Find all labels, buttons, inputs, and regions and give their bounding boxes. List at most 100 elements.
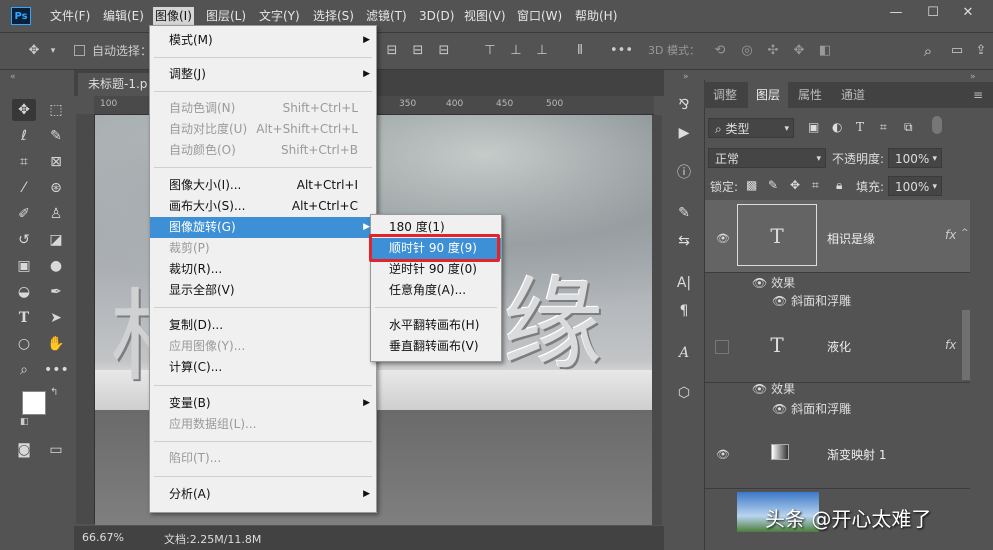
brush-settings-icon[interactable]: ✎ bbox=[673, 202, 695, 224]
dodge-tool-icon[interactable]: ◒ bbox=[12, 281, 36, 303]
visibility-eye-icon[interactable]: 👁︎ bbox=[715, 232, 731, 245]
lock-position-icon[interactable]: ✥ bbox=[790, 178, 800, 192]
filter-type-icon[interactable]: T bbox=[856, 120, 864, 134]
paragraph-panel-icon[interactable]: ¶ bbox=[673, 300, 695, 322]
menu-layer[interactable]: 图层(L) bbox=[204, 7, 248, 25]
align-left-icon[interactable]: ⊟ bbox=[384, 42, 400, 60]
layer-row[interactable]: 👁︎ 渐变映射 1 bbox=[705, 420, 970, 489]
history-brush-icon[interactable]: ↺ bbox=[12, 229, 36, 251]
crop-tool-icon[interactable]: ⌗ bbox=[12, 151, 36, 173]
3d-panel-icon[interactable]: ⬡ bbox=[673, 382, 695, 404]
workspace-icon[interactable]: ▭ bbox=[947, 42, 967, 60]
menu-edit[interactable]: 编辑(E) bbox=[101, 7, 146, 25]
filter-shape-icon[interactable]: ⌗ bbox=[880, 120, 887, 135]
history-panel-icon[interactable]: ⅋ bbox=[673, 94, 695, 116]
layer-row[interactable]: 👁︎ T 相识是缘 fx ^ bbox=[705, 200, 970, 273]
menu-item-canvas-size[interactable]: 画布大小(S)... Alt+Ctrl+C bbox=[150, 196, 376, 217]
swap-colors-icon[interactable]: ↰ bbox=[50, 387, 58, 398]
visibility-eye-icon[interactable]: 👁︎ bbox=[772, 294, 787, 308]
eraser-tool-icon[interactable]: ◪ bbox=[44, 229, 68, 251]
lasso-tool-icon[interactable]: ℓ bbox=[12, 125, 36, 147]
submenu-item-arbitrary[interactable]: 任意角度(A)... bbox=[371, 280, 501, 301]
character-panel-icon[interactable]: A| bbox=[673, 272, 695, 294]
submenu-item-rotate-90-ccw[interactable]: 逆时针 90 度(0) bbox=[371, 259, 501, 280]
menu-type[interactable]: 文字(Y) bbox=[257, 7, 302, 25]
lock-artboard-icon[interactable]: ⌗ bbox=[812, 178, 819, 193]
3d-camera-icon[interactable]: ◧ bbox=[815, 42, 835, 60]
visibility-eye-icon[interactable]: 👁︎ bbox=[752, 276, 767, 290]
healing-tool-icon[interactable]: ⊛ bbox=[44, 177, 68, 199]
brush-tool-icon[interactable]: ✐ bbox=[12, 203, 36, 225]
document-tab[interactable]: 未标题-1.p bbox=[78, 73, 160, 96]
stamp-tool-icon[interactable]: ♙ bbox=[44, 203, 68, 225]
filter-smart-icon[interactable]: ⧉ bbox=[904, 120, 913, 135]
menu-file[interactable]: 文件(F) bbox=[48, 7, 92, 25]
menu-item-variables[interactable]: 变量(B) ▶ bbox=[150, 393, 376, 414]
lock-image-icon[interactable]: ✎ bbox=[768, 178, 778, 192]
fill-input[interactable]: 100% ▾ bbox=[888, 176, 942, 196]
visibility-eye-icon[interactable]: 👁︎ bbox=[715, 448, 731, 461]
filter-pixel-icon[interactable]: ▣ bbox=[808, 120, 819, 134]
lock-all-icon[interactable]: 🔒︎ bbox=[836, 178, 842, 193]
chevron-down-icon[interactable]: ▾ bbox=[48, 42, 58, 60]
quick-select-tool-icon[interactable]: ✎ bbox=[44, 125, 68, 147]
menu-item-adjust[interactable]: 调整(J) ▶ bbox=[150, 64, 376, 85]
path-select-icon[interactable]: ➤ bbox=[44, 307, 68, 329]
menu-item-mode[interactable]: 模式(M) ▶ bbox=[150, 30, 376, 51]
menu-filter[interactable]: 滤镜(T) bbox=[364, 7, 409, 25]
maximize-button[interactable]: ☐ bbox=[922, 4, 944, 22]
menu-image[interactable]: 图像(I) bbox=[153, 7, 194, 25]
minimize-button[interactable]: — bbox=[885, 4, 907, 22]
blur-tool-icon[interactable]: ● bbox=[44, 255, 68, 277]
align-right-icon[interactable]: ⊟ bbox=[436, 42, 452, 60]
more-options-icon[interactable]: ••• bbox=[610, 42, 633, 60]
expand-panels-icon[interactable]: » bbox=[683, 72, 689, 82]
lock-transparent-icon[interactable]: ▩ bbox=[746, 178, 757, 192]
auto-select-checkbox[interactable] bbox=[74, 45, 85, 56]
visibility-eye-icon[interactable]: 👁︎ bbox=[772, 402, 787, 416]
menu-view[interactable]: 视图(V) bbox=[462, 7, 508, 25]
panel-menu-icon[interactable]: ≡ bbox=[966, 82, 990, 108]
submenu-item-flip-horizontal[interactable]: 水平翻转画布(H) bbox=[371, 315, 501, 336]
eyedropper-tool-icon[interactable]: ⁄ bbox=[12, 177, 36, 199]
quick-mask-icon[interactable]: ◙ bbox=[12, 439, 36, 461]
distribute-icon[interactable]: ⫴ bbox=[572, 42, 588, 60]
chevron-up-icon[interactable]: ^ bbox=[961, 228, 969, 238]
screen-mode-icon[interactable]: ▭ bbox=[44, 439, 68, 461]
fx-icon[interactable]: fx bbox=[945, 338, 956, 352]
menu-item-image-rotation[interactable]: 图像旋转(G) ▶ bbox=[150, 217, 376, 238]
move-tool-icon[interactable]: ✥ bbox=[12, 99, 36, 121]
opacity-input[interactable]: 100% ▾ bbox=[888, 148, 942, 168]
menu-help[interactable]: 帮助(H) bbox=[573, 7, 619, 25]
layer-name[interactable]: 相识是缘 bbox=[827, 230, 875, 247]
filter-toggle[interactable] bbox=[932, 116, 942, 134]
filter-adjust-icon[interactable]: ◐ bbox=[832, 120, 842, 134]
frame-tool-icon[interactable]: ⊠ bbox=[44, 151, 68, 173]
menu-item-analysis[interactable]: 分析(A) ▶ bbox=[150, 484, 376, 505]
tab-layers[interactable]: 图层 bbox=[748, 82, 788, 108]
fx-icon[interactable]: fx bbox=[945, 228, 956, 242]
align-middle-icon[interactable]: ⊥ bbox=[508, 42, 524, 60]
collapse-toolbar-icon[interactable]: « bbox=[10, 72, 16, 82]
default-colors-icon[interactable]: ◧ bbox=[20, 417, 29, 427]
layer-filter-select[interactable]: ⌕ 类型 ▾ bbox=[708, 118, 794, 138]
tab-adjustments[interactable]: 调整 bbox=[704, 82, 746, 108]
zoom-level[interactable]: 66.67% bbox=[82, 531, 124, 544]
edit-toolbar-icon[interactable]: ••• bbox=[44, 359, 69, 381]
layers-scrollbar[interactable] bbox=[962, 310, 970, 380]
gradient-tool-icon[interactable]: ▣ bbox=[12, 255, 36, 277]
3d-drag-icon[interactable]: ✣ bbox=[763, 42, 783, 60]
pen-tool-icon[interactable]: ✒ bbox=[44, 281, 68, 303]
layer-row[interactable]: T 液化 fx ^ bbox=[705, 310, 970, 383]
menu-item-reveal-all[interactable]: 显示全部(V) bbox=[150, 280, 376, 301]
menu-item-duplicate[interactable]: 复制(D)... bbox=[150, 315, 376, 336]
type-tool-icon[interactable]: T bbox=[12, 307, 36, 329]
foreground-color-swatch[interactable] bbox=[22, 391, 46, 415]
visibility-eye-icon[interactable]: 👁︎ bbox=[752, 382, 767, 396]
tab-channels[interactable]: 通道 bbox=[832, 82, 874, 108]
search-icon[interactable]: ⌕ bbox=[918, 42, 938, 60]
menu-window[interactable]: 窗口(W) bbox=[515, 7, 564, 25]
glyphs-panel-icon[interactable]: A bbox=[673, 342, 695, 364]
info-panel-icon[interactable]: ⓘ bbox=[673, 162, 695, 184]
adjust-icon[interactable]: ⇆ bbox=[673, 230, 695, 252]
